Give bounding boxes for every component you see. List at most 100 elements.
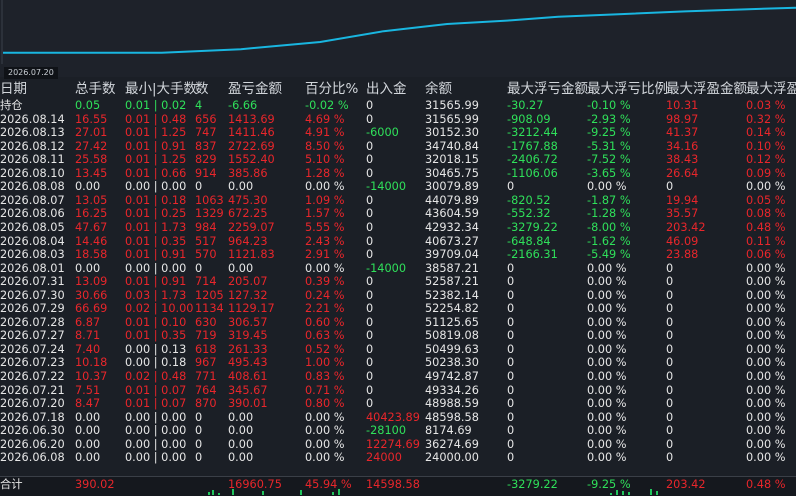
table-row[interactable]: 2026.07.23 10.18 0.00 | 0.18 967 495.43 1.00 … <box>0 356 796 369</box>
header-cell-4[interactable]: 盈亏金额 <box>228 79 282 99</box>
table-cell: 2026.07.29 <box>0 302 65 316</box>
table-cell: 7.51 <box>75 383 101 397</box>
table-cell: 5.10 % <box>305 153 345 167</box>
table-cell: 0.00 | 0.00 <box>125 437 187 451</box>
table-cell: 0.01 | 0.02 <box>125 99 187 112</box>
table-row[interactable]: 2026.08.13 27.01 0.01 | 1.25 747 1411.46 4.91… <box>0 126 796 139</box>
volume-bar <box>622 491 624 495</box>
table-cell: 0.01 | 0.66 <box>125 166 187 180</box>
table-row[interactable]: 2026.07.31 13.09 0.01 | 0.91 714 205.07 0.39 … <box>0 275 796 288</box>
table-cell: 0 <box>507 437 515 451</box>
table-cell: 30465.75 <box>425 166 479 180</box>
table-cell: 0 <box>195 451 203 465</box>
table-row[interactable]: 2026.07.22 10.37 0.02 | 0.48 771 408.61 0.83 … <box>0 370 796 383</box>
table-row[interactable]: 2026.07.20 8.47 0.01 | 0.07 870 390.01 0.80 %… <box>0 397 796 410</box>
table-cell: 2.43 % <box>305 234 345 248</box>
header-cell-6[interactable]: 出入金 <box>366 79 407 99</box>
volume-bar <box>262 491 264 495</box>
table-row[interactable]: 2026.08.04 14.46 0.01 | 0.35 517 964.23 2.43 … <box>0 235 796 248</box>
table-row[interactable]: 2026.06.08 0.00 0.00 | 0.00 0 0.00 0.00 % 2400… <box>0 451 796 464</box>
table-cell: 0.03 | 1.73 <box>125 288 187 302</box>
table-cell: 570 <box>195 248 217 262</box>
table-cell: 2026.08.04 <box>0 234 65 248</box>
table-row[interactable]: 2026.06.30 0.00 0.00 | 0.00 0 0.00 0.00 % -281… <box>0 424 796 437</box>
table-row[interactable]: 2026.07.29 66.69 0.02 | 10.00 1134 1129.17 2.… <box>0 302 796 315</box>
table-row[interactable]: 2026.07.24 7.40 0.00 | 0.13 618 261.33 0.52 %… <box>0 343 796 356</box>
table-cell: -1767.88 <box>507 139 558 153</box>
table-row[interactable]: 2026.08.10 13.45 0.01 | 0.66 914 385.86 1.28 … <box>0 167 796 180</box>
table-row[interactable]: 2026.08.07 13.05 0.01 | 0.18 1063 475.30 1.09… <box>0 194 796 207</box>
header-cell-11[interactable]: 最大浮盈比例 <box>746 79 796 99</box>
table-cell: -1106.06 <box>507 166 558 180</box>
table-cell: 2026.07.24 <box>0 342 65 356</box>
table-cell: 12274.69 <box>366 437 420 451</box>
table-cell: 34740.84 <box>425 139 479 153</box>
table-cell: 0.32 % <box>746 112 786 126</box>
table-cell: -648.84 <box>507 234 551 248</box>
table-cell: 4.91 % <box>305 126 345 140</box>
table-cell: -1.62 % <box>587 234 631 248</box>
table-row[interactable]: 2026.08.14 16.55 0.01 | 0.48 656 1413.69 4.69… <box>0 113 796 126</box>
table-cell: 0.00 % <box>587 275 627 289</box>
table-cell: 0.00 % <box>746 302 786 316</box>
holding-row[interactable]: 持仓 0.05 0.01 | 0.02 4 -6.66 -0.02 % 0 31565.99 -… <box>0 99 796 112</box>
table-cell: 0 <box>666 342 674 356</box>
header-cell-1[interactable]: 总手数 <box>75 79 116 99</box>
table-cell: -28100 <box>366 424 407 438</box>
table-row[interactable]: 2026.07.18 0.00 0.00 | 0.00 0 0.00 0.00 % 4042… <box>0 411 796 424</box>
table-cell: 0 <box>366 370 374 383</box>
table-cell: 719 <box>195 329 217 343</box>
header-cell-8[interactable]: 最大浮亏金额 <box>507 79 588 99</box>
table-cell: 0 <box>507 288 515 302</box>
table-cell: 2722.69 <box>228 139 275 153</box>
table-cell: 30152.30 <box>425 126 479 140</box>
table-row[interactable]: 2026.06.20 0.00 0.00 | 0.00 0 0.00 0.00 % 1227… <box>0 438 796 451</box>
table-cell: 0 <box>666 275 674 289</box>
table-row[interactable]: 2026.07.28 6.87 0.01 | 0.10 630 306.57 0.60 %… <box>0 316 796 329</box>
table-cell: 0.00 % <box>587 424 627 438</box>
header-cell-3[interactable]: 数 <box>195 79 209 99</box>
table-cell: 0.00 % <box>746 424 786 438</box>
header-cell-9[interactable]: 最大浮亏比例 <box>587 79 668 99</box>
header-cell-5[interactable]: 百分比% <box>305 79 358 99</box>
table-row[interactable]: 2026.07.21 7.51 0.01 | 0.07 764 345.67 0.71 %… <box>0 384 796 397</box>
volume-bar <box>656 491 658 495</box>
table-cell: 0.00 <box>75 410 101 424</box>
table-cell: 0.00 % <box>587 261 627 275</box>
daily-stats-table: 日期 总手数 最小|大手数数盈亏金额 百分比% 出入金 余额 最大浮亏金额 最大浮亏比例 最大浮… <box>0 79 796 476</box>
table-cell: 0.00 % <box>587 180 627 194</box>
table-cell: 52382.14 <box>425 288 479 302</box>
table-cell: 2026.08.03 <box>0 248 65 262</box>
header-cell-0[interactable]: 日期 <box>0 79 27 99</box>
table-cell: 24000 <box>366 451 402 465</box>
table-cell: 0 <box>366 342 374 356</box>
header-cell-2[interactable]: 最小|大手数 <box>125 79 197 99</box>
table-cell: 0.05 % <box>746 193 786 207</box>
table-row[interactable]: 2026.08.03 18.58 0.01 | 0.91 570 1121.83 2.91… <box>0 248 796 261</box>
table-row[interactable]: 2026.08.01 0.00 0.00 | 0.00 0 0.00 0.00 % -140… <box>0 262 796 275</box>
table-row[interactable]: 2026.08.12 27.42 0.01 | 0.91 837 2722.69 8.50… <box>0 140 796 153</box>
header-cell-10[interactable]: 最大浮盈金额 <box>666 79 747 99</box>
table-row[interactable]: 2026.07.30 30.66 0.03 | 1.73 1205 127.32 0.24… <box>0 289 796 302</box>
table-cell: 0.12 % <box>746 153 786 167</box>
table-cell: 0.00 | 0.00 <box>125 451 187 465</box>
table-cell: 8.47 <box>75 397 101 411</box>
header-cell-7[interactable]: 余额 <box>425 79 452 99</box>
table-cell: 0.01 | 0.10 <box>125 315 187 329</box>
table-row[interactable]: 2026.08.08 0.00 0.00 | 0.00 0 0.00 0.00 % -140… <box>0 180 796 193</box>
table-cell: 0 <box>507 410 515 424</box>
table-cell: 1.57 % <box>305 207 345 221</box>
table-cell: 0 <box>507 315 515 329</box>
table-row[interactable]: 2026.07.27 8.71 0.01 | 0.35 719 319.45 0.63 %… <box>0 329 796 342</box>
table-cell: 2026.07.28 <box>0 315 65 329</box>
table-cell: 7.40 <box>75 342 101 356</box>
table-row[interactable]: 2026.08.11 25.58 0.01 | 1.25 829 1552.40 5.10… <box>0 153 796 166</box>
table-cell: 0 <box>666 451 674 465</box>
table-cell: 764 <box>195 383 217 397</box>
table-cell: 0.39 % <box>305 275 345 289</box>
table-row[interactable]: 2026.08.06 16.25 0.01 | 0.25 1329 672.25 1.57… <box>0 207 796 220</box>
table-cell: 0.00 % <box>587 370 627 383</box>
table-cell: 870 <box>195 397 217 411</box>
table-cell: 0.00 % <box>305 451 345 465</box>
table-row[interactable]: 2026.08.05 47.67 0.01 | 1.73 984 2259.07 5.55… <box>0 221 796 234</box>
